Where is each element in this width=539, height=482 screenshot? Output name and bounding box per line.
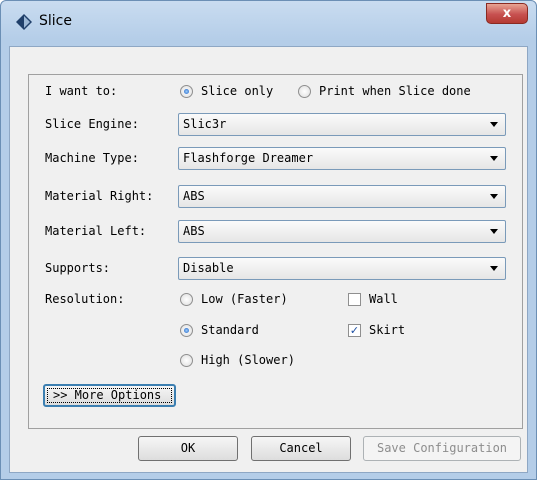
resolution-standard-radio[interactable] (180, 324, 193, 337)
print-when-done-label[interactable]: Print when Slice done (319, 84, 471, 98)
chevron-down-icon (490, 266, 498, 271)
supports-value: Disable (183, 261, 234, 275)
checkmark-icon: ✓ (349, 324, 360, 337)
close-icon: x (502, 6, 512, 21)
skirt-checkbox[interactable]: ✓ (348, 324, 361, 337)
material-left-value: ABS (183, 224, 205, 238)
skirt-label[interactable]: Skirt (369, 323, 405, 337)
machine-label: Machine Type: (45, 151, 139, 165)
cancel-button[interactable]: Cancel (251, 436, 351, 461)
machine-select[interactable]: Flashforge Dreamer (178, 147, 506, 170)
wall-checkbox[interactable] (348, 293, 361, 306)
material-right-label: Material Right: (45, 189, 154, 203)
window-title: Slice (39, 13, 72, 29)
chevron-down-icon (490, 122, 498, 127)
engine-value: Slic3r (183, 117, 227, 131)
resolution-label: Resolution: (45, 292, 125, 306)
slice-dialog: Slice x I want to: Slice only Print when… (0, 0, 537, 480)
resolution-low-label[interactable]: Low (Faster) (201, 292, 288, 306)
want-label: I want to: (45, 84, 118, 98)
resolution-high-radio[interactable] (180, 354, 193, 367)
slice-only-label[interactable]: Slice only (201, 84, 273, 98)
material-right-value: ABS (183, 189, 205, 203)
supports-select[interactable]: Disable (178, 257, 506, 280)
app-diamond-icon (16, 14, 32, 30)
chevron-down-icon (490, 229, 498, 234)
chevron-down-icon (490, 156, 498, 161)
wall-label[interactable]: Wall (369, 292, 398, 306)
material-left-select[interactable]: ABS (178, 220, 506, 243)
supports-label: Supports: (45, 261, 111, 275)
slice-only-radio[interactable] (180, 85, 193, 98)
more-options-button[interactable]: >> More Options (43, 384, 176, 407)
resolution-standard-label[interactable]: Standard (201, 323, 259, 337)
print-when-done-radio[interactable] (298, 85, 311, 98)
title-bar: Slice x (1, 1, 536, 45)
ok-button[interactable]: OK (138, 436, 238, 461)
material-right-select[interactable]: ABS (178, 185, 506, 208)
close-button[interactable]: x (486, 3, 528, 24)
save-configuration-button[interactable]: Save Configuration (363, 436, 521, 461)
machine-value: Flashforge Dreamer (183, 151, 314, 165)
material-left-label: Material Left: (45, 224, 147, 238)
chevron-down-icon (490, 194, 498, 199)
engine-label: Slice Engine: (45, 117, 139, 131)
resolution-high-label[interactable]: High (Slower) (201, 353, 295, 367)
engine-select[interactable]: Slic3r (178, 113, 506, 136)
resolution-low-radio[interactable] (180, 293, 193, 306)
